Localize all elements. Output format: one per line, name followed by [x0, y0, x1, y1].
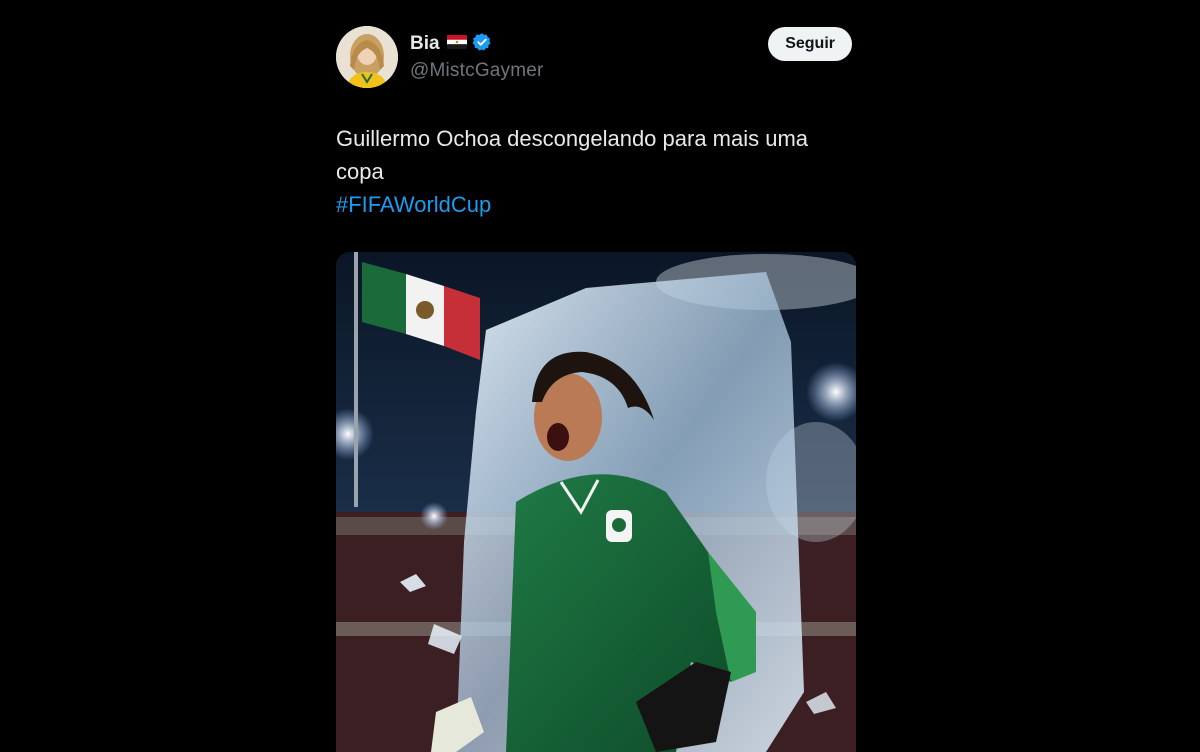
display-name[interactable]: Bia: [410, 33, 440, 55]
tweet-media[interactable]: [336, 252, 856, 752]
photo-icon: [336, 252, 856, 752]
follow-button[interactable]: Seguir: [768, 27, 852, 61]
tweet: Bia @MistcGaymer Seguir Guillermo Ochoa …: [336, 24, 856, 752]
tweet-header: Bia @MistcGaymer Seguir: [336, 24, 856, 90]
tweet-text-line: Guillermo Ochoa descongelando para mais …: [336, 126, 809, 184]
tweet-text: Guillermo Ochoa descongelando para mais …: [336, 122, 856, 221]
avatar[interactable]: [336, 26, 398, 88]
author-handle[interactable]: @MistcGaymer: [410, 60, 544, 82]
hashtag-link[interactable]: #FIFAWorldCup: [336, 188, 856, 221]
author-names: Bia @MistcGaymer: [410, 32, 544, 82]
flag-egypt-icon: [446, 34, 467, 54]
verified-badge-icon[interactable]: [472, 32, 492, 57]
